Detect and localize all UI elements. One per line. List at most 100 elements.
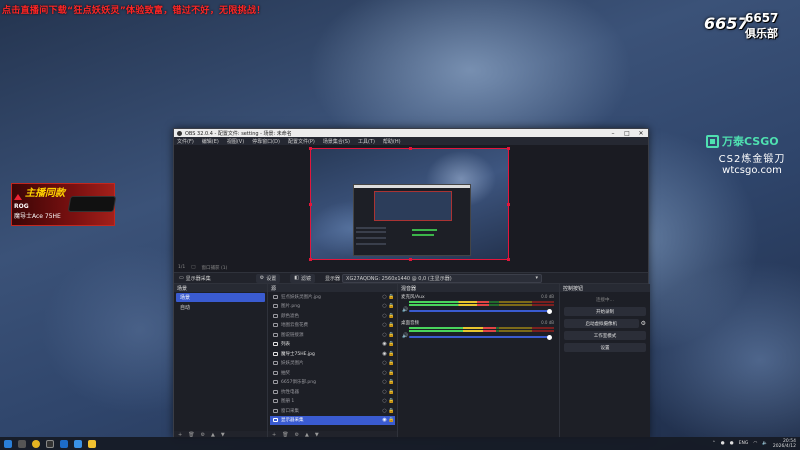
resize-handle[interactable] (309, 147, 312, 150)
display-select[interactable]: XG27AQDNG: 2560x1440 @ 0,0 (主显示器) ▾ (342, 273, 543, 283)
source-name: 窗口采集 (281, 408, 299, 414)
eye-icon[interactable]: ◉ (381, 341, 388, 347)
source-item[interactable]: 地图云盘花费 ○ 🔒 (270, 321, 395, 331)
eye-icon[interactable]: ◉ (381, 351, 388, 357)
eye-icon[interactable]: ○ (381, 379, 388, 385)
channel-db: 0.0 dB (541, 294, 554, 299)
studio-mode-button[interactable]: 工作室模式 (564, 331, 646, 340)
source-item[interactable]: 魔导士75HE.jpg ◉ 🔒 (270, 349, 395, 359)
app-icon[interactable] (60, 439, 68, 448)
lock-icon[interactable]: 🔒 (388, 408, 395, 414)
chrome-icon[interactable] (32, 439, 40, 448)
rog-logo-icon (14, 194, 22, 200)
eye-icon[interactable]: ○ (381, 370, 388, 376)
menu-file[interactable]: 文件(F) (177, 138, 194, 145)
eye-icon[interactable]: ○ (381, 398, 388, 404)
volume-slider[interactable] (409, 308, 552, 314)
tray-app-icon[interactable]: ● (721, 441, 725, 446)
speaker-icon[interactable]: 🔊 (402, 333, 408, 339)
clock[interactable]: 20:54 2026/4/12 (773, 439, 796, 449)
eye-icon[interactable]: ○ (381, 389, 388, 395)
volume-meter (409, 330, 554, 332)
menu-tools[interactable]: 工具(T) (358, 138, 375, 145)
eye-icon[interactable]: ○ (381, 294, 388, 300)
wifi-icon[interactable]: ◠ (753, 441, 757, 446)
lock-icon[interactable]: 🔒 (388, 294, 395, 300)
resize-handle[interactable] (409, 147, 412, 150)
eye-icon[interactable]: ○ (381, 313, 388, 319)
maximize-button[interactable]: □ (620, 129, 634, 137)
start-recording-button[interactable]: 开始录制 (564, 307, 646, 316)
lock-icon[interactable]: 🔒 (388, 351, 395, 357)
eye-icon[interactable]: ○ (381, 332, 388, 338)
source-settings-button[interactable]: ⚙ 设置 (255, 273, 281, 283)
tray-chevron-icon[interactable]: ⌃ (712, 441, 716, 446)
source-item[interactable]: 6657俱乐部.png ○ 🔒 (270, 378, 395, 388)
source-item[interactable]: 窗口采集 ○ 🔒 (270, 406, 395, 416)
eye-icon[interactable]: ○ (381, 303, 388, 309)
resize-handle[interactable] (309, 203, 312, 206)
source-item[interactable]: 颜色滤色 ○ 🔒 (270, 311, 395, 321)
source-item[interactable]: 列表 ◉ 🔒 (270, 340, 395, 350)
minimize-button[interactable]: – (606, 129, 620, 137)
source-item[interactable]: 狂点妖妖灵图片.jpg ○ 🔒 (270, 292, 395, 302)
obs-taskbar-icon[interactable] (46, 439, 54, 448)
source-item[interactable]: 显示器采集 ◉ 🔒 (270, 415, 395, 425)
fit-icon[interactable]: □ (191, 265, 195, 270)
settings-button[interactable]: 设置 (564, 343, 646, 352)
menu-docks[interactable]: 停靠窗口(D) (252, 138, 280, 145)
obs-titlebar[interactable]: OBS 32.0.4 - 配置文件: setting - 场景: 未命名 – □… (174, 129, 648, 137)
resize-handle[interactable] (409, 258, 412, 261)
source-filters-button[interactable]: ◧ 滤镜 (290, 273, 315, 283)
lock-icon[interactable]: 🔒 (388, 303, 395, 309)
lock-icon[interactable]: 🔒 (388, 398, 395, 404)
volume-slider[interactable] (409, 334, 552, 340)
windows-start-icon[interactable] (4, 439, 12, 448)
lock-icon[interactable]: 🔒 (388, 370, 395, 376)
lock-icon[interactable]: 🔒 (388, 322, 395, 328)
menu-help[interactable]: 帮助(H) (383, 138, 401, 145)
source-name: 图片.png (281, 304, 300, 310)
menu-scene-collection[interactable]: 场景集合(S) (323, 138, 350, 145)
lock-icon[interactable]: 🔒 (388, 379, 395, 385)
folder-icon[interactable] (88, 439, 96, 448)
lock-icon[interactable]: 🔒 (388, 389, 395, 395)
resize-handle[interactable] (309, 258, 312, 261)
source-type-icon (273, 380, 278, 385)
eye-icon[interactable]: ○ (381, 360, 388, 366)
resize-handle[interactable] (507, 203, 510, 206)
resize-handle[interactable] (507, 258, 510, 261)
menu-edit[interactable]: 编辑(E) (202, 138, 219, 145)
eye-icon[interactable]: ◉ (381, 417, 388, 423)
source-type-icon (273, 304, 278, 309)
source-item[interactable]: 抗性电器 ○ 🔒 (270, 387, 395, 397)
source-item[interactable]: 图册 1 ○ 🔒 (270, 397, 395, 407)
window-title: OBS 32.0.4 - 配置文件: setting - 场景: 未命名 (185, 130, 292, 137)
lock-icon[interactable]: 🔒 (388, 341, 395, 347)
volume-icon[interactable]: 🔈 (762, 441, 768, 446)
speaker-icon[interactable]: 🔊 (402, 307, 408, 313)
search-icon[interactable] (18, 439, 26, 448)
source-item[interactable]: 妖妖灵图片 ○ 🔒 (270, 359, 395, 369)
lock-icon[interactable]: 🔒 (388, 360, 395, 366)
source-item[interactable]: 图片.png ○ 🔒 (270, 302, 395, 312)
scene-item[interactable]: 场景 (176, 293, 265, 302)
source-item[interactable]: 图说链接源 ○ 🔒 (270, 330, 395, 340)
close-button[interactable]: ✕ (634, 129, 648, 137)
app-icon[interactable] (74, 439, 82, 448)
virtual-camera-button[interactable]: 启动虚拟摄像机 (564, 319, 639, 328)
gear-icon[interactable]: ⚙ (641, 320, 646, 327)
scene-item[interactable]: 自动 (176, 303, 265, 312)
lock-icon[interactable]: 🔒 (388, 313, 395, 319)
eye-icon[interactable]: ○ (381, 322, 388, 328)
lock-icon[interactable]: 🔒 (388, 332, 395, 338)
menu-view[interactable]: 视图(V) (227, 138, 244, 145)
preview-canvas[interactable] (309, 147, 510, 261)
menu-profile[interactable]: 配置文件(P) (288, 138, 315, 145)
lock-icon[interactable]: 🔒 (388, 417, 395, 423)
tray-lang[interactable]: ENG (739, 441, 749, 446)
eye-icon[interactable]: ○ (381, 408, 388, 414)
source-item[interactable]: 抽奖 ○ 🔒 (270, 368, 395, 378)
resize-handle[interactable] (507, 147, 510, 150)
tray-app-icon[interactable]: ● (730, 441, 734, 446)
